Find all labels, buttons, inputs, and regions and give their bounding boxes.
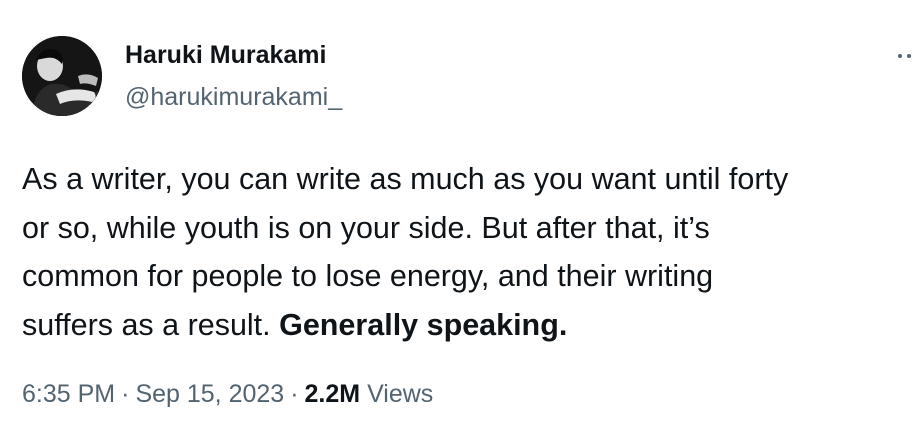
tweet: Haruki Murakami @harukimurakami_ As a wr… — [0, 0, 918, 434]
tweet-meta: 6:35 PM · Sep 15, 2023 · 2.2M Views — [22, 378, 433, 410]
profile-photo-icon — [22, 36, 102, 116]
tweet-line-last: suffers as a result. Generally speaking. — [22, 301, 914, 350]
views-label: Views — [367, 380, 434, 408]
tweet-line: common for people to lose energy, and th… — [22, 259, 714, 293]
more-options-icon[interactable] — [896, 44, 918, 68]
meta-separator: · — [290, 380, 299, 408]
author-name[interactable]: Haruki Murakami — [125, 40, 326, 70]
tweet-date[interactable]: Sep 15, 2023 — [135, 380, 284, 408]
tweet-text: As a writer, you can write as much as yo… — [22, 155, 914, 349]
avatar[interactable] — [22, 36, 102, 116]
tweet-time[interactable]: 6:35 PM — [22, 380, 115, 408]
more-dot — [898, 54, 902, 58]
author-handle[interactable]: @harukimurakami_ — [125, 82, 342, 112]
tweet-line: As a writer, you can write as much as yo… — [22, 162, 789, 196]
tweet-bold-text: Generally speaking. — [279, 307, 568, 342]
meta-separator: · — [121, 380, 130, 408]
tweet-line-plain: suffers as a result. — [22, 307, 280, 342]
views-count: 2.2M — [304, 380, 361, 408]
more-dot — [907, 54, 911, 58]
tweet-line: or so, while youth is on your side. But … — [22, 210, 710, 245]
